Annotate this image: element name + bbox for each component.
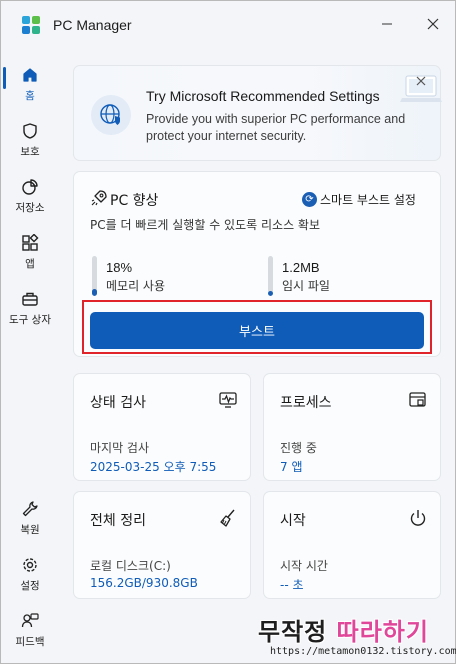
banner-title: Try Microsoft Recommended Settings [146, 88, 380, 104]
tile-value: 7 앱 [280, 460, 303, 474]
temp-files-meter [268, 256, 273, 296]
sidebar-item-feedback[interactable]: 피드백 [1, 611, 59, 649]
tile-value: 2025-03-25 오후 7:55 [90, 460, 217, 474]
broom-icon [220, 509, 235, 527]
rocket-icon [91, 190, 107, 206]
health-check-tile[interactable]: 상태 검사 마지막 검사 2025-03-25 오후 7:55 [73, 373, 251, 481]
toolbox-icon [20, 289, 40, 309]
smart-boost-icon: ⟳ [302, 192, 317, 207]
memory-usage-label: 메모리 사용 [106, 279, 166, 293]
pc-manager-logo-icon [22, 16, 40, 34]
sidebar-item-storage[interactable]: 저장소 [1, 177, 59, 215]
sidebar-item-settings[interactable]: 설정 [1, 555, 59, 593]
sidebar-item-label: 도구 상자 [9, 314, 51, 326]
smart-boost-label: 스마트 부스트 설정 [320, 193, 416, 207]
main-content: Try Microsoft Recommended Settings Provi… [59, 47, 455, 663]
tile-label: 시작 시간 [280, 559, 328, 573]
temp-files-fill [268, 291, 273, 296]
startup-tile[interactable]: 시작 시작 시간 -- 초 [263, 491, 441, 599]
health-monitor-icon [219, 392, 237, 408]
shield-icon [20, 121, 40, 141]
tile-label: 로컬 디스크(C:) [90, 559, 171, 573]
process-tile[interactable]: 프로세스 진행 중 7 앱 [263, 373, 441, 481]
sidebar-item-apps[interactable]: 앱 [1, 233, 59, 271]
full-cleanup-tile[interactable]: 전체 정리 로컬 디스크(C:) 156.2GB/930.8GB [73, 491, 251, 599]
title-bar: PC Manager [1, 1, 455, 47]
sidebar: 홈 보호 저장소 앱 도구 상자 복원 설정 피드백 [1, 47, 59, 663]
memory-usage-fill [92, 289, 97, 296]
memory-usage-meter [92, 256, 97, 296]
power-icon [410, 510, 426, 526]
tile-title: 프로세스 [280, 395, 332, 411]
watermark-part1: 무작정 [258, 618, 328, 646]
tile-title: 상태 검사 [90, 395, 146, 411]
tile-value: 156.2GB/930.8GB [90, 576, 198, 590]
pie-chart-icon [20, 177, 40, 197]
watermark-url: https://metamon0132.tistory.com/ [270, 646, 456, 657]
sidebar-item-protection[interactable]: 보호 [1, 121, 59, 159]
tile-label: 진행 중 [280, 441, 317, 455]
boost-highlight-annotation [82, 300, 432, 354]
banner-close-icon[interactable] [414, 74, 428, 88]
close-icon [427, 18, 439, 30]
feedback-icon [20, 611, 40, 631]
tile-label: 마지막 검사 [90, 441, 150, 455]
minimize-button[interactable] [373, 11, 401, 37]
gear-icon [20, 555, 40, 575]
recommended-settings-banner[interactable]: Try Microsoft Recommended Settings Provi… [73, 65, 442, 161]
tile-title: 전체 정리 [90, 513, 146, 529]
temp-files-label: 임시 파일 [282, 279, 330, 293]
process-window-icon [409, 392, 426, 407]
sidebar-item-label: 피드백 [15, 636, 45, 648]
sidebar-item-label: 복원 [20, 524, 40, 536]
close-button[interactable] [419, 11, 447, 37]
smart-boost-settings-link[interactable]: ⟳ 스마트 부스트 설정 [302, 191, 416, 208]
tile-title: 시작 [280, 513, 306, 529]
temp-files-value: 1.2MB [282, 260, 320, 275]
boost-title: PC 향상 [110, 193, 159, 209]
memory-usage-value: 18% [106, 260, 133, 275]
watermark-part2: 따라하기 [336, 618, 429, 646]
boost-subtitle: PC를 더 빠르게 실행할 수 있도록 리소스 확보 [90, 218, 320, 232]
banner-description: Provide you with superior PC performance… [146, 112, 406, 143]
sidebar-item-home[interactable]: 홈 [1, 65, 59, 103]
apps-grid-icon [20, 233, 40, 253]
sidebar-item-label: 보호 [20, 146, 40, 158]
minimize-icon [382, 23, 392, 25]
sidebar-item-label: 홈 [25, 90, 35, 102]
tile-value: -- 초 [280, 578, 304, 592]
home-icon [20, 65, 40, 85]
app-title: PC Manager [53, 17, 132, 33]
blog-watermark: 무작정 따라하기 [258, 612, 429, 647]
sidebar-item-toolbox[interactable]: 도구 상자 [1, 289, 59, 327]
sidebar-item-label: 설정 [20, 580, 40, 592]
globe-shield-icon [91, 95, 131, 135]
sidebar-item-label: 앱 [25, 258, 35, 270]
sidebar-item-label: 저장소 [15, 202, 45, 214]
sidebar-item-restore[interactable]: 복원 [1, 499, 59, 537]
wrench-icon [20, 499, 40, 519]
